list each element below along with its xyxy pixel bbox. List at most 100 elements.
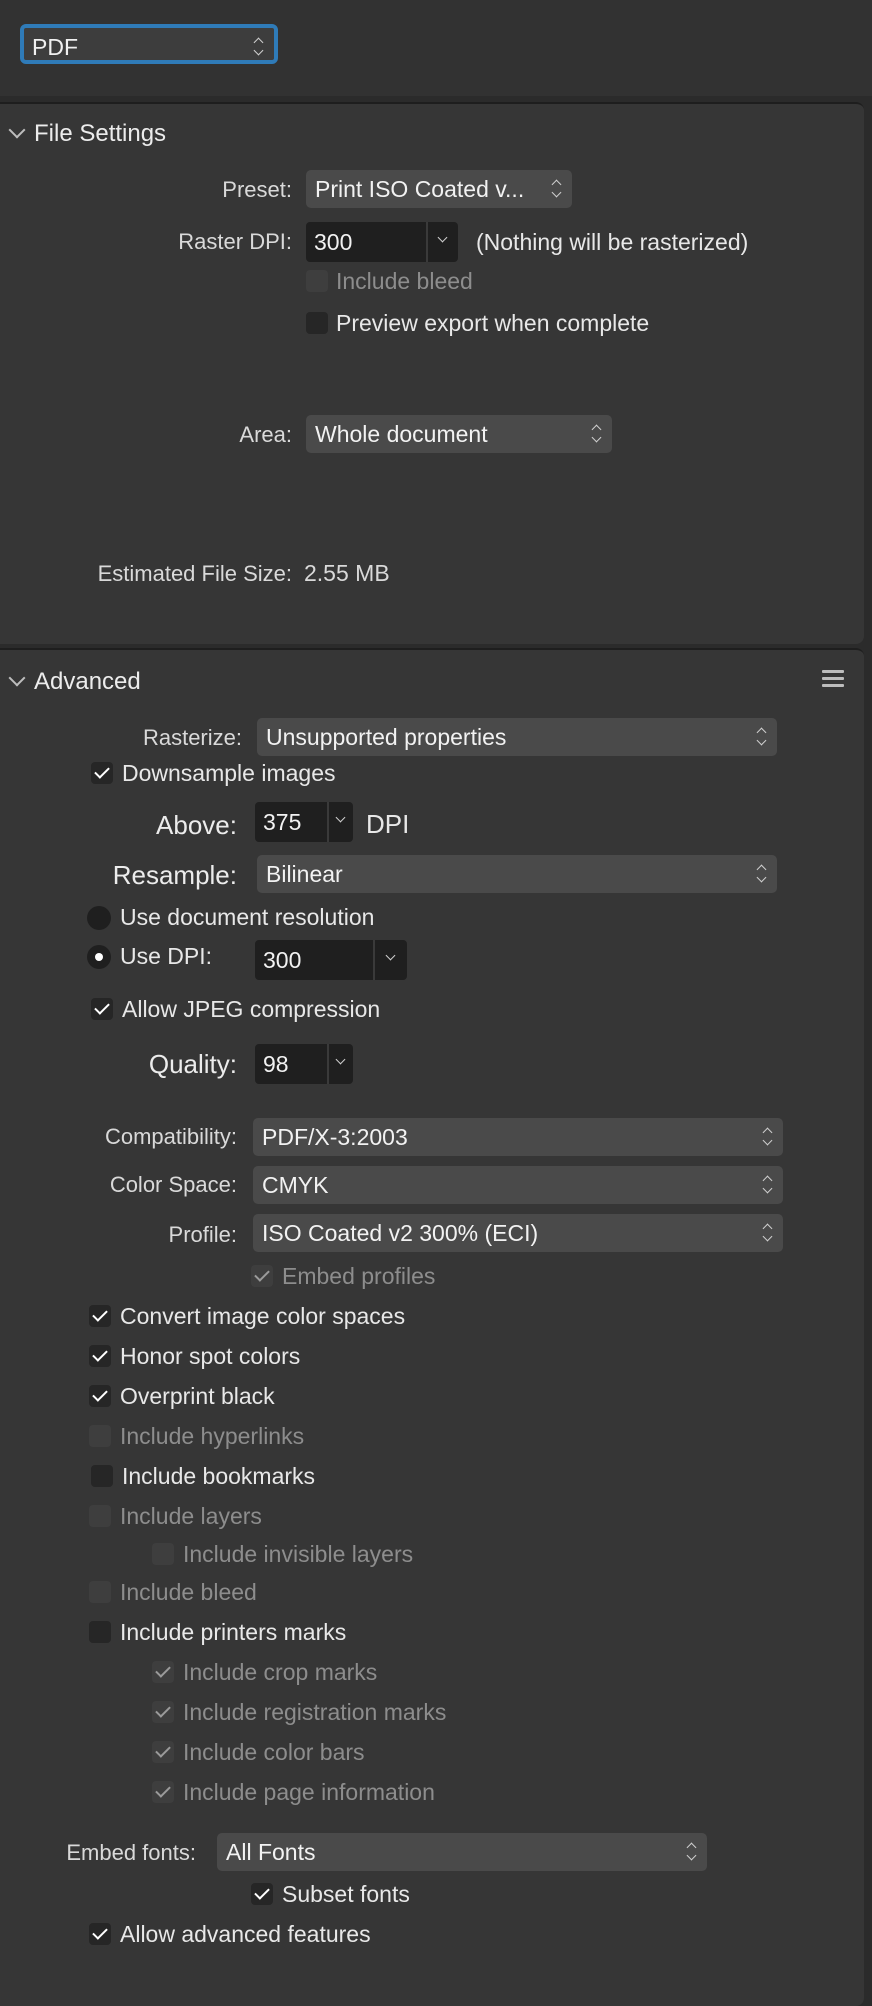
resample-value: Bilinear	[266, 861, 343, 887]
overprint-black-checkbox[interactable]	[89, 1385, 111, 1407]
raster-note: (Nothing will be rasterized)	[476, 229, 749, 255]
updown-chevron-icon	[763, 1127, 773, 1147]
updown-chevron-icon	[254, 37, 264, 57]
include-hyperlinks-checkbox[interactable]	[89, 1425, 111, 1447]
embed-fonts-value: All Fonts	[226, 1839, 316, 1865]
area-label: Area:	[239, 422, 292, 447]
include-color-bars-checkbox[interactable]	[152, 1741, 174, 1763]
include-bleed-label: Include bleed	[120, 1579, 257, 1605]
above-value: 375	[263, 809, 302, 835]
include-printers-marks-label: Include printers marks	[120, 1619, 347, 1645]
use-document-resolution-radio[interactable]	[87, 906, 111, 930]
embed-profiles-label: Embed profiles	[282, 1263, 436, 1289]
include-registration-marks-checkbox[interactable]	[152, 1701, 174, 1723]
chevron-down-icon[interactable]	[8, 669, 26, 687]
embed-fonts-label: Embed fonts:	[66, 1840, 196, 1865]
use-dpi-value: 300	[263, 947, 302, 973]
embed-fonts-select[interactable]: All Fonts	[217, 1833, 707, 1871]
honor-spot-colors-checkbox[interactable]	[89, 1345, 111, 1367]
above-combo[interactable]: 375	[255, 802, 353, 842]
include-bleed-checkbox[interactable]	[89, 1581, 111, 1603]
include-page-information-label: Include page information	[183, 1779, 435, 1805]
updown-chevron-icon	[687, 1842, 697, 1862]
rasterize-select[interactable]: Unsupported properties	[257, 718, 777, 756]
include-layers-label: Include layers	[120, 1503, 262, 1529]
updown-chevron-icon	[592, 424, 602, 444]
include-crop-marks-checkbox[interactable]	[152, 1661, 174, 1683]
chevron-down-icon[interactable]	[327, 802, 353, 842]
quality-field[interactable]: 98	[255, 1044, 327, 1084]
hamburger-menu-icon[interactable]	[822, 670, 844, 688]
subset-fonts-checkbox[interactable]	[251, 1883, 273, 1905]
compatibility-select[interactable]: PDF/X-3:2003	[253, 1118, 783, 1156]
downsample-checkbox[interactable]	[91, 762, 113, 784]
include-color-bars-label: Include color bars	[183, 1739, 365, 1765]
area-select[interactable]: Whole document	[306, 415, 612, 453]
rasterize-label: Rasterize:	[142, 725, 242, 750]
profile-label: Profile:	[168, 1222, 237, 1247]
raster-dpi-label: Raster DPI:	[178, 229, 292, 254]
advanced-panel: Advanced Rasterize: Unsupported properti…	[0, 648, 864, 2006]
allow-advanced-features-checkbox[interactable]	[89, 1923, 111, 1945]
include-crop-marks-label: Include crop marks	[183, 1659, 378, 1685]
file-settings-panel: File Settings Preset: Print ISO Coated v…	[0, 102, 864, 644]
format-bar: PDF	[0, 0, 872, 96]
preset-label: Preset:	[222, 177, 292, 202]
advanced-title[interactable]: Advanced	[34, 668, 141, 696]
quality-value: 98	[263, 1051, 289, 1077]
color-space-label: Color Space:	[109, 1172, 237, 1197]
include-invisible-layers-checkbox[interactable]	[152, 1543, 174, 1565]
compatibility-value: PDF/X-3:2003	[262, 1124, 408, 1150]
chevron-down-icon[interactable]	[426, 222, 458, 262]
convert-image-color-spaces-label: Convert image color spaces	[120, 1303, 406, 1329]
downsample-label: Downsample images	[122, 760, 336, 786]
profile-select[interactable]: ISO Coated v2 300% (ECI)	[253, 1214, 783, 1252]
embed-profiles-checkbox[interactable]	[251, 1265, 273, 1287]
include-bookmarks-checkbox[interactable]	[91, 1465, 113, 1487]
chevron-down-icon[interactable]	[8, 121, 26, 139]
format-select-value: PDF	[32, 34, 78, 60]
raster-dpi-value: 300	[314, 229, 353, 255]
use-document-resolution-label: Use document resolution	[120, 904, 375, 930]
allow-jpeg-checkbox[interactable]	[91, 998, 113, 1020]
estimated-size-value: 2.55 MB	[304, 560, 390, 586]
rasterize-value: Unsupported properties	[266, 724, 507, 750]
include-printers-marks-checkbox[interactable]	[89, 1621, 111, 1643]
updown-chevron-icon	[757, 864, 767, 884]
above-unit: DPI	[366, 809, 410, 839]
resample-select[interactable]: Bilinear	[257, 855, 777, 893]
use-dpi-field[interactable]: 300	[255, 940, 373, 980]
preview-export-checkbox[interactable]	[306, 312, 328, 334]
allow-jpeg-label: Allow JPEG compression	[122, 996, 381, 1022]
use-dpi-label: Use DPI:	[120, 943, 213, 969]
use-dpi-combo[interactable]: 300	[255, 940, 407, 980]
include-layers-checkbox[interactable]	[89, 1505, 111, 1527]
file-settings-title[interactable]: File Settings	[34, 120, 166, 148]
resample-label: Resample:	[112, 860, 237, 890]
include-page-information-checkbox[interactable]	[152, 1781, 174, 1803]
preset-value: Print ISO Coated v...	[315, 176, 525, 202]
compatibility-label: Compatibility:	[104, 1124, 237, 1149]
raster-dpi-combo[interactable]: 300	[306, 222, 458, 262]
convert-image-color-spaces-checkbox[interactable]	[89, 1305, 111, 1327]
use-dpi-radio[interactable]	[87, 945, 111, 969]
area-value: Whole document	[315, 421, 488, 447]
profile-value: ISO Coated v2 300% (ECI)	[262, 1220, 539, 1246]
include-bleed-checkbox[interactable]	[306, 270, 328, 292]
above-field[interactable]: 375	[255, 802, 327, 842]
preset-select[interactable]: Print ISO Coated v...	[306, 170, 572, 208]
estimated-size-label: Estimated File Size:	[97, 561, 292, 586]
chevron-down-icon[interactable]	[373, 940, 407, 980]
updown-chevron-icon	[757, 727, 767, 747]
preview-export-label: Preview export when complete	[336, 310, 650, 336]
format-select[interactable]: PDF	[20, 24, 278, 64]
subset-fonts-label: Subset fonts	[282, 1881, 410, 1907]
include-invisible-layers-label: Include invisible layers	[183, 1541, 414, 1567]
chevron-down-icon[interactable]	[327, 1044, 353, 1084]
color-space-select[interactable]: CMYK	[253, 1166, 783, 1204]
include-bookmarks-label: Include bookmarks	[122, 1463, 316, 1489]
quality-combo[interactable]: 98	[255, 1044, 353, 1084]
quality-label: Quality:	[148, 1049, 237, 1079]
include-registration-marks-label: Include registration marks	[183, 1699, 447, 1725]
raster-dpi-field[interactable]: 300	[306, 222, 426, 262]
